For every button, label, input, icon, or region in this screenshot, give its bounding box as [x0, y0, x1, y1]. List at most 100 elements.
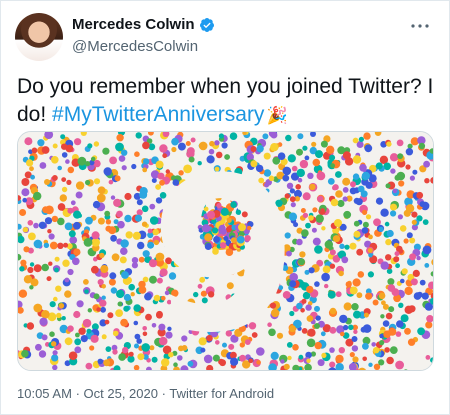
confetti-dot — [23, 246, 30, 253]
confetti-dot — [133, 320, 139, 326]
confetti-dot — [77, 156, 87, 166]
confetti-dot — [67, 207, 74, 214]
confetti-dot — [297, 133, 304, 140]
confetti-dot — [297, 177, 303, 183]
verified-badge-icon — [199, 18, 214, 32]
confetti-dot — [353, 220, 360, 227]
confetti-dot — [110, 287, 118, 294]
author-handle[interactable]: @MercedesColwin — [72, 37, 215, 57]
confetti-dot — [204, 243, 212, 250]
confetti-dot — [342, 177, 351, 186]
confetti-dot — [69, 236, 78, 244]
confetti-dot — [141, 343, 150, 352]
confetti-dot — [33, 303, 43, 313]
confetti-dot — [111, 253, 120, 262]
confetti-dot — [102, 147, 110, 155]
confetti-dot — [213, 236, 220, 243]
author-name[interactable]: Mercedes Colwin — [72, 15, 195, 35]
confetti-dot — [143, 158, 150, 165]
confetti-dot — [134, 214, 142, 222]
confetti-dot — [93, 178, 101, 185]
confetti-dot — [37, 139, 45, 147]
confetti-dot — [316, 171, 326, 181]
confetti-dot — [108, 278, 116, 286]
confetti-dot — [51, 156, 59, 164]
confetti-dot — [330, 163, 335, 169]
confetti-dot — [89, 345, 95, 351]
confetti-dot — [416, 191, 424, 199]
confetti-dot — [132, 231, 141, 240]
confetti-dot — [398, 180, 405, 187]
confetti-dot — [299, 159, 309, 169]
confetti-dot — [329, 154, 336, 161]
confetti-dot — [30, 174, 35, 180]
confetti-dot — [324, 283, 329, 289]
confetti-dot — [317, 195, 324, 203]
confetti-dot — [378, 359, 385, 366]
confetti-anniversary-image: 9 — [18, 132, 433, 370]
confetti-dot — [57, 217, 65, 226]
confetti-dot — [54, 256, 60, 262]
confetti-dot — [361, 167, 367, 172]
confetti-dot — [403, 238, 409, 244]
confetti-dot — [80, 335, 88, 343]
confetti-dot — [375, 162, 383, 170]
confetti-dot — [96, 307, 101, 312]
confetti-dot — [61, 316, 66, 321]
confetti-dot — [142, 250, 150, 258]
tweet-meta: 10:05 AM · Oct 25, 2020 · Twitter for An… — [17, 385, 274, 403]
confetti-dot — [345, 281, 352, 288]
confetti-dot — [368, 253, 373, 258]
confetti-dot — [385, 183, 391, 189]
confetti-dot — [334, 219, 342, 227]
confetti-dot — [352, 155, 362, 164]
confetti-dot — [307, 328, 316, 337]
confetti-dot — [57, 165, 62, 171]
confetti-dot — [368, 234, 373, 240]
hashtag-link[interactable]: #MyTwitterAnniversary — [52, 103, 264, 126]
confetti-dot — [31, 147, 38, 154]
confetti-dot — [112, 349, 118, 355]
confetti-dot — [406, 232, 413, 239]
confetti-dot — [61, 143, 68, 150]
confetti-dot — [314, 305, 320, 312]
confetti-dot — [298, 354, 304, 360]
confetti-dot — [342, 151, 351, 160]
confetti-dot — [326, 145, 335, 154]
confetti-dot — [87, 308, 93, 313]
confetti-dot — [21, 188, 30, 197]
confetti-dot — [422, 219, 429, 225]
confetti-dot — [348, 363, 357, 370]
confetti-dot — [220, 207, 229, 216]
confetti-dot — [394, 251, 400, 257]
tweet-date[interactable]: Oct 25, 2020 — [84, 386, 158, 401]
confetti-dot — [305, 222, 311, 229]
confetti-dot — [382, 320, 390, 327]
confetti-dot — [73, 248, 81, 256]
tweet-time[interactable]: 10:05 AM — [17, 386, 72, 401]
confetti-dot — [373, 218, 381, 227]
confetti-dot — [230, 237, 237, 243]
confetti-dot — [424, 263, 430, 268]
confetti-dot — [351, 303, 359, 311]
tweet-media[interactable]: 9 — [17, 131, 434, 371]
avatar[interactable] — [15, 13, 63, 61]
confetti-dot — [305, 304, 312, 311]
confetti-dot — [397, 214, 403, 220]
confetti-dot — [380, 261, 389, 270]
confetti-dot — [418, 142, 426, 150]
confetti-dot — [388, 327, 397, 336]
confetti-dot — [342, 196, 348, 202]
more-dots-icon[interactable] — [409, 19, 431, 33]
confetti-dot — [306, 338, 316, 348]
confetti-dot — [300, 208, 306, 213]
confetti-dot — [117, 301, 123, 307]
confetti-dot — [67, 166, 75, 174]
confetti-dot — [352, 173, 360, 180]
confetti-dot — [371, 342, 377, 347]
confetti-dot — [74, 346, 82, 354]
confetti-dot — [315, 214, 324, 223]
confetti-dot — [329, 347, 335, 353]
confetti-dot — [304, 155, 310, 161]
confetti-dot — [411, 211, 418, 218]
